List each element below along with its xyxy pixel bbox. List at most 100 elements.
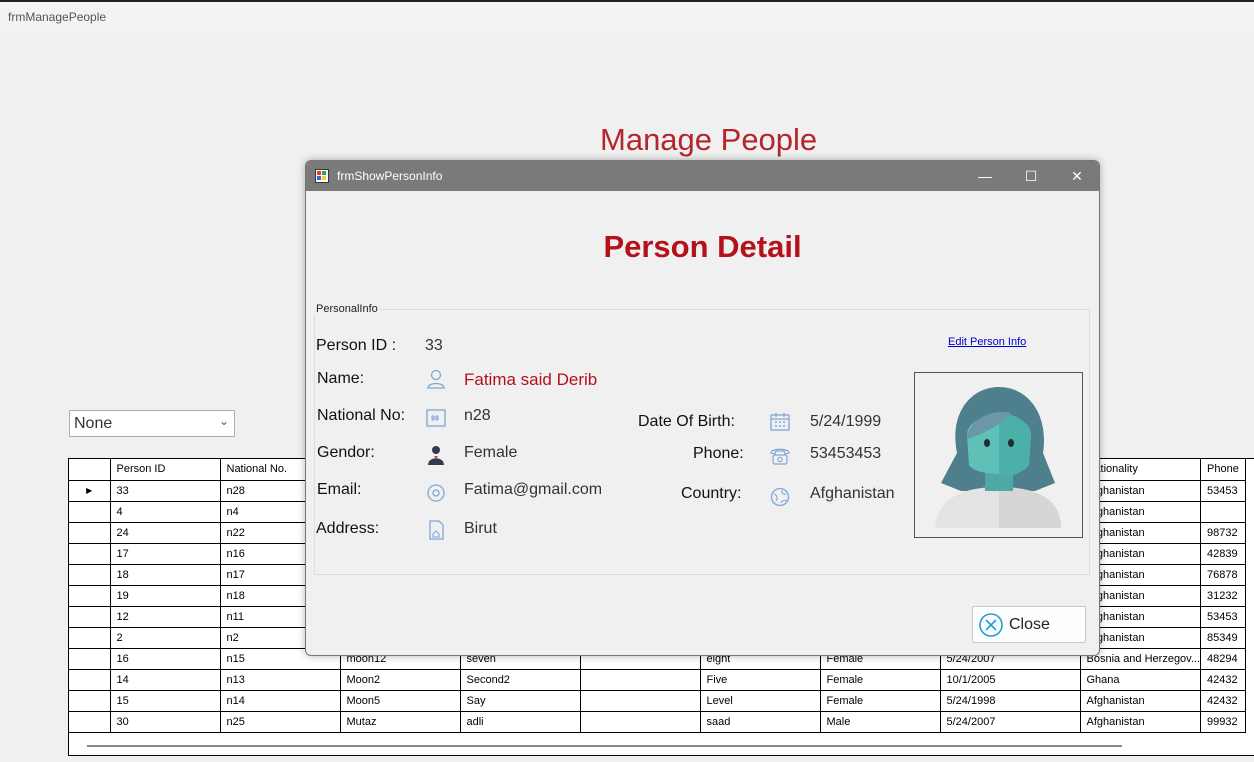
table-cell[interactable]: 5/24/1998 <box>940 690 1081 712</box>
table-cell[interactable]: adli <box>460 711 581 733</box>
edit-person-info-link[interactable]: Edit Person Info <box>948 336 1026 348</box>
table-cell[interactable]: 53453 <box>1200 606 1247 628</box>
row-header[interactable] <box>69 564 111 586</box>
table-cell[interactable]: 19 <box>110 585 221 607</box>
table-cell[interactable]: 48294 <box>1200 648 1247 670</box>
table-cell[interactable]: Second2 <box>460 669 581 691</box>
close-button-label: Close <box>1009 616 1050 633</box>
table-row[interactable]: 14 n13 Moon2 Second2 Five Female 10/1/2005 Ghan… <box>69 669 1247 691</box>
national-no-label: National No: <box>317 407 406 424</box>
phone-value: 53453453 <box>810 445 882 462</box>
table-cell[interactable]: 4 <box>110 501 221 523</box>
horizontal-scrollbar[interactable] <box>87 745 1122 747</box>
table-cell[interactable]: Female <box>820 690 941 712</box>
table-cell[interactable]: Afghanistan <box>1080 690 1202 712</box>
table-cell[interactable]: 30 <box>110 711 221 733</box>
table-cell[interactable]: 98732 <box>1200 522 1247 544</box>
table-cell[interactable]: 42432 <box>1200 690 1247 712</box>
table-cell[interactable] <box>580 669 701 691</box>
table-cell[interactable]: 99932 <box>1200 711 1247 733</box>
table-cell[interactable]: 31232 <box>1200 585 1247 607</box>
globe-icon <box>770 487 790 507</box>
table-cell[interactable]: Afghanistan <box>1080 711 1202 733</box>
table-cell[interactable]: n13 <box>220 669 341 691</box>
gender-value: Female <box>464 444 518 461</box>
row-header[interactable] <box>69 501 111 523</box>
row-header[interactable] <box>69 711 111 733</box>
table-cell[interactable]: 42839 <box>1200 543 1247 565</box>
country-label: Country: <box>681 485 742 502</box>
close-button[interactable]: Close <box>972 606 1086 643</box>
table-cell[interactable]: 18 <box>110 564 221 586</box>
id-card-icon <box>426 409 446 427</box>
table-cell[interactable]: saad <box>700 711 821 733</box>
row-header[interactable] <box>69 627 111 649</box>
table-cell[interactable]: Moon2 <box>340 669 461 691</box>
table-cell[interactable]: 5/24/2007 <box>940 711 1081 733</box>
phone-label: Phone: <box>693 445 744 462</box>
female-avatar-icon <box>935 387 1061 528</box>
group-label: PersonalInfo <box>314 303 380 315</box>
row-header[interactable] <box>69 648 111 670</box>
detail-heading: Person Detail <box>603 229 802 264</box>
name-label: Name: <box>317 370 365 387</box>
table-cell[interactable]: 16 <box>110 648 221 670</box>
col-header-person-id[interactable]: Person ID <box>110 459 221 481</box>
table-row[interactable]: 15 n14 Moon5 Say Level Female 5/24/1998 Afghani… <box>69 690 1247 712</box>
maximize-button[interactable]: ☐ <box>1008 161 1054 191</box>
table-cell[interactable]: 17 <box>110 543 221 565</box>
table-cell[interactable]: Male <box>820 711 941 733</box>
gender-person-icon <box>428 446 444 465</box>
table-cell[interactable]: Ghana <box>1080 669 1202 691</box>
table-cell[interactable]: Mutaz <box>340 711 461 733</box>
table-cell[interactable]: n25 <box>220 711 341 733</box>
close-window-button[interactable]: ✕ <box>1054 161 1099 191</box>
national-no-value: n28 <box>464 407 491 424</box>
table-cell[interactable]: Five <box>700 669 821 691</box>
table-cell[interactable]: 10/1/2005 <box>940 669 1081 691</box>
table-cell[interactable]: 2 <box>110 627 221 649</box>
person-id-value: 33 <box>425 337 443 354</box>
table-cell[interactable]: 15 <box>110 690 221 712</box>
app-icon <box>315 169 329 183</box>
table-row[interactable]: 30 n25 Mutaz adli saad Male 5/24/2007 Afghanist… <box>69 711 1247 733</box>
col-header-phone[interactable]: Phone <box>1200 459 1247 481</box>
main-window-title: frmManagePeople <box>8 10 107 24</box>
table-cell[interactable] <box>580 690 701 712</box>
row-header[interactable] <box>69 585 111 607</box>
table-cell[interactable]: Moon5 <box>340 690 461 712</box>
table-cell[interactable] <box>1200 501 1247 523</box>
table-cell[interactable]: 85349 <box>1200 627 1247 649</box>
table-cell[interactable]: Level <box>700 690 821 712</box>
row-header[interactable] <box>69 669 111 691</box>
row-header[interactable] <box>69 543 111 565</box>
row-header-corner <box>69 459 111 481</box>
address-value: Birut <box>464 520 497 537</box>
name-value: Fatima said Derib <box>464 370 598 389</box>
table-cell[interactable] <box>580 711 701 733</box>
table-cell[interactable]: Female <box>820 669 941 691</box>
table-cell[interactable]: 33 <box>110 480 221 502</box>
row-header[interactable]: ▶ <box>69 480 111 502</box>
address-home-icon <box>429 520 444 540</box>
filter-select[interactable]: None ⌄ <box>69 410 235 437</box>
table-cell[interactable]: n14 <box>220 690 341 712</box>
minimize-button[interactable]: — <box>962 161 1008 191</box>
close-circle-icon <box>979 613 1003 637</box>
row-header[interactable] <box>69 606 111 628</box>
table-cell[interactable]: 12 <box>110 606 221 628</box>
filter-selected-value: None <box>74 415 113 432</box>
table-cell[interactable]: 14 <box>110 669 221 691</box>
table-cell[interactable]: 53453 <box>1200 480 1247 502</box>
table-cell[interactable]: 24 <box>110 522 221 544</box>
table-cell[interactable]: Say <box>460 690 581 712</box>
table-cell[interactable]: 42432 <box>1200 669 1247 691</box>
row-header[interactable] <box>69 522 111 544</box>
person-id-label: Person ID : <box>316 337 397 354</box>
row-header[interactable] <box>69 690 111 712</box>
dialog-titlebar: frmShowPersonInfo — ☐ ✕ <box>306 161 1099 191</box>
dob-label: Date Of Birth: <box>638 413 735 430</box>
table-cell[interactable]: 76878 <box>1200 564 1247 586</box>
person-info-dialog: frmShowPersonInfo — ☐ ✕ Person Detail Pe… <box>305 160 1100 656</box>
dialog-title: frmShowPersonInfo <box>337 169 443 183</box>
